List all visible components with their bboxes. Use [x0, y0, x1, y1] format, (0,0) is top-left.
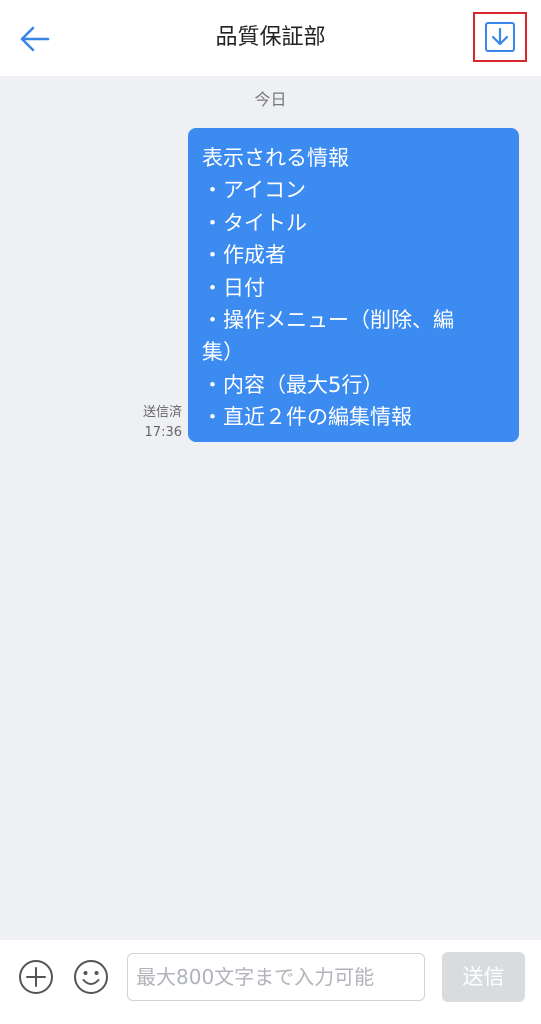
plus-circle-icon	[19, 960, 53, 994]
message-line: 集）	[202, 340, 244, 365]
message-line: ・操作メニュー（削除、編	[202, 308, 454, 333]
message-line: ・内容（最大5行）	[202, 372, 384, 397]
message-line: 表示される情報	[202, 146, 349, 170]
message-line: ・直近２件の編集情報	[202, 405, 412, 430]
send-button[interactable]: 送信	[442, 952, 525, 1002]
input-bar: 送信	[0, 940, 541, 1024]
page-title: 品質保証部	[215, 25, 326, 50]
header-bar: 品質保証部	[0, 0, 541, 76]
message-status: 送信済	[142, 405, 182, 420]
download-button[interactable]	[473, 12, 527, 62]
message-time: 17:36	[144, 425, 182, 440]
smiley-icon	[74, 960, 108, 994]
message-line: ・アイコン	[202, 178, 306, 203]
message-line: ・作成者	[202, 243, 286, 268]
download-icon	[485, 22, 515, 52]
message-bubble[interactable]: 表示される情報 ・アイコン ・タイトル ・作成者 ・日付 ・操作メニュー（削除、…	[188, 128, 519, 442]
date-divider: 今日	[254, 90, 287, 109]
add-button[interactable]	[16, 957, 56, 997]
message-input[interactable]	[127, 953, 425, 1001]
message-line: ・日付	[202, 275, 265, 300]
chat-screen: 品質保証部 今日 送信済 17:36 表示される情報 ・アイコン ・タイトル ・…	[0, 0, 541, 1024]
emoji-button[interactable]	[71, 957, 111, 997]
message-meta: 送信済 17:36	[120, 403, 182, 443]
message-line: ・タイトル	[202, 210, 307, 235]
